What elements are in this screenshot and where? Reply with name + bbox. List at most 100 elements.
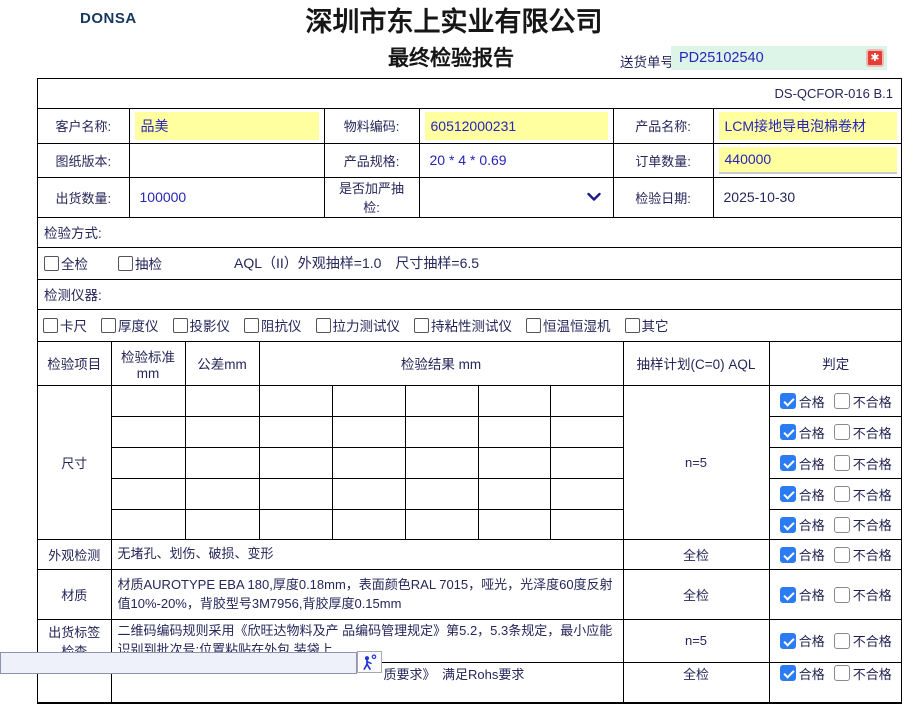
- climate-chamber-checkbox[interactable]: [526, 318, 541, 333]
- tolerance-cell[interactable]: [185, 417, 259, 448]
- tolerance-cell[interactable]: [185, 510, 259, 540]
- impedance-label: 阻抗仪: [261, 315, 302, 335]
- instrument-option-projector[interactable]: 投影仪: [173, 315, 231, 335]
- result-cell[interactable]: [478, 386, 550, 417]
- result-cell[interactable]: [405, 386, 478, 417]
- pass-checkbox[interactable]: [780, 486, 796, 502]
- tolerance-cell[interactable]: [185, 479, 259, 510]
- delivery-no-value: PD25102540: [679, 46, 764, 70]
- result-cell[interactable]: [478, 448, 550, 479]
- result-cell[interactable]: [550, 448, 623, 479]
- instrument-option-tensile-tester[interactable]: 拉力测试仪: [316, 315, 401, 335]
- tensile-tester-checkbox[interactable]: [316, 318, 331, 333]
- tolerance-cell[interactable]: [185, 386, 259, 417]
- fail-checkbox[interactable]: [834, 424, 850, 440]
- sampling-inspection-checkbox[interactable]: [118, 256, 133, 271]
- instrument-option-other[interactable]: 其它: [625, 315, 669, 335]
- material-code-field[interactable]: 60512000231: [419, 109, 613, 143]
- order-qty-field[interactable]: 440000: [713, 143, 902, 177]
- result-cell[interactable]: [478, 417, 550, 448]
- result-cell[interactable]: [259, 448, 332, 479]
- instrument-option-climate-chamber[interactable]: 恒温恒湿机: [526, 315, 611, 335]
- pass-label: 合格: [799, 515, 825, 534]
- inspection-date-field: 2025-10-30: [713, 177, 902, 217]
- header-result: 检验结果 mm: [259, 342, 623, 386]
- standard-cell[interactable]: [111, 479, 185, 510]
- instrument-option-impedance[interactable]: 阻抗仪: [244, 315, 302, 335]
- header-item: 检验项目: [38, 342, 111, 386]
- result-cell[interactable]: [259, 479, 332, 510]
- pass-checkbox[interactable]: [780, 665, 796, 681]
- pass-label: 合格: [799, 585, 825, 604]
- result-cell[interactable]: [259, 417, 332, 448]
- pass-checkbox[interactable]: [780, 587, 796, 603]
- fail-checkbox[interactable]: [834, 633, 850, 649]
- pass-checkbox[interactable]: [780, 547, 796, 563]
- fail-checkbox[interactable]: [834, 486, 850, 502]
- projector-label: 投影仪: [190, 315, 231, 335]
- product-name-label: 产品名称:: [613, 109, 713, 143]
- result-cell[interactable]: [550, 417, 623, 448]
- dimension-row: 合格不合格: [38, 479, 902, 510]
- tolerance-cell[interactable]: [185, 448, 259, 479]
- fail-label: 不合格: [853, 423, 892, 442]
- other-checkbox[interactable]: [625, 318, 640, 333]
- verdict-cell: 合格不合格: [769, 417, 902, 448]
- drawing-version-field: [129, 143, 324, 177]
- fail-checkbox[interactable]: [834, 587, 850, 603]
- impedance-checkbox[interactable]: [244, 318, 259, 333]
- instrument-option-thickness-gauge[interactable]: 厚度仪: [101, 315, 159, 335]
- full-inspection-option[interactable]: 全检: [44, 253, 88, 273]
- sampling-inspection-option[interactable]: 抽检: [118, 253, 162, 273]
- fail-checkbox[interactable]: [834, 455, 850, 471]
- fail-checkbox[interactable]: [834, 665, 850, 681]
- standard-cell[interactable]: [111, 448, 185, 479]
- result-cell[interactable]: [405, 510, 478, 540]
- standard-cell[interactable]: [111, 386, 185, 417]
- result-cell[interactable]: [332, 510, 405, 540]
- standard-cell[interactable]: [111, 510, 185, 540]
- fail-checkbox[interactable]: [834, 393, 850, 409]
- result-cell[interactable]: [332, 386, 405, 417]
- material-item-label: 材质: [38, 570, 111, 620]
- product-name-field[interactable]: LCM接地导电泡棉卷材: [713, 109, 902, 143]
- result-cell[interactable]: [405, 417, 478, 448]
- result-cell[interactable]: [550, 479, 623, 510]
- customer-field[interactable]: 品美: [129, 109, 324, 143]
- result-cell[interactable]: [259, 510, 332, 540]
- pass-checkbox[interactable]: [780, 424, 796, 440]
- standard-cell[interactable]: [111, 417, 185, 448]
- result-cell[interactable]: [405, 448, 478, 479]
- dimension-row: 尺寸 n=5 合格不合格: [38, 386, 902, 417]
- result-cell[interactable]: [478, 510, 550, 540]
- aql-text: AQL（II）外观抽样=1.0 尺寸抽样=6.5: [234, 253, 479, 273]
- result-cell[interactable]: [332, 417, 405, 448]
- full-inspection-checkbox[interactable]: [44, 256, 59, 271]
- result-cell[interactable]: [550, 510, 623, 540]
- thickness-gauge-checkbox[interactable]: [101, 318, 116, 333]
- projector-checkbox[interactable]: [173, 318, 188, 333]
- result-cell[interactable]: [405, 479, 478, 510]
- fail-checkbox[interactable]: [834, 517, 850, 533]
- adhesion-tester-checkbox[interactable]: [414, 318, 429, 333]
- instruments-options-row: 卡尺 厚度仪 投影仪 阻抗仪 拉力测试仪 持粘性测试仪 恒温恒湿机 其它: [38, 310, 901, 342]
- instrument-option-caliper[interactable]: 卡尺: [43, 315, 87, 335]
- result-cell[interactable]: [259, 386, 332, 417]
- pass-checkbox[interactable]: [780, 517, 796, 533]
- clear-field-icon[interactable]: ✱: [866, 49, 884, 67]
- pass-checkbox[interactable]: [780, 455, 796, 471]
- strict-sampling-dropdown[interactable]: [419, 177, 613, 217]
- pass-checkbox[interactable]: [780, 633, 796, 649]
- result-cell[interactable]: [332, 448, 405, 479]
- fail-checkbox[interactable]: [834, 547, 850, 563]
- delivery-no-input[interactable]: PD25102540 ✱: [671, 46, 887, 70]
- pass-checkbox[interactable]: [780, 393, 796, 409]
- result-cell[interactable]: [478, 479, 550, 510]
- result-cell[interactable]: [332, 479, 405, 510]
- chevron-down-icon: [587, 190, 601, 205]
- result-cell[interactable]: [550, 386, 623, 417]
- instrument-option-adhesion-tester[interactable]: 持粘性测试仪: [414, 315, 512, 335]
- verdict-cell: 合格不合格: [769, 620, 902, 663]
- instruments-section-label: 检测仪器:: [38, 284, 102, 304]
- caliper-checkbox[interactable]: [43, 318, 58, 333]
